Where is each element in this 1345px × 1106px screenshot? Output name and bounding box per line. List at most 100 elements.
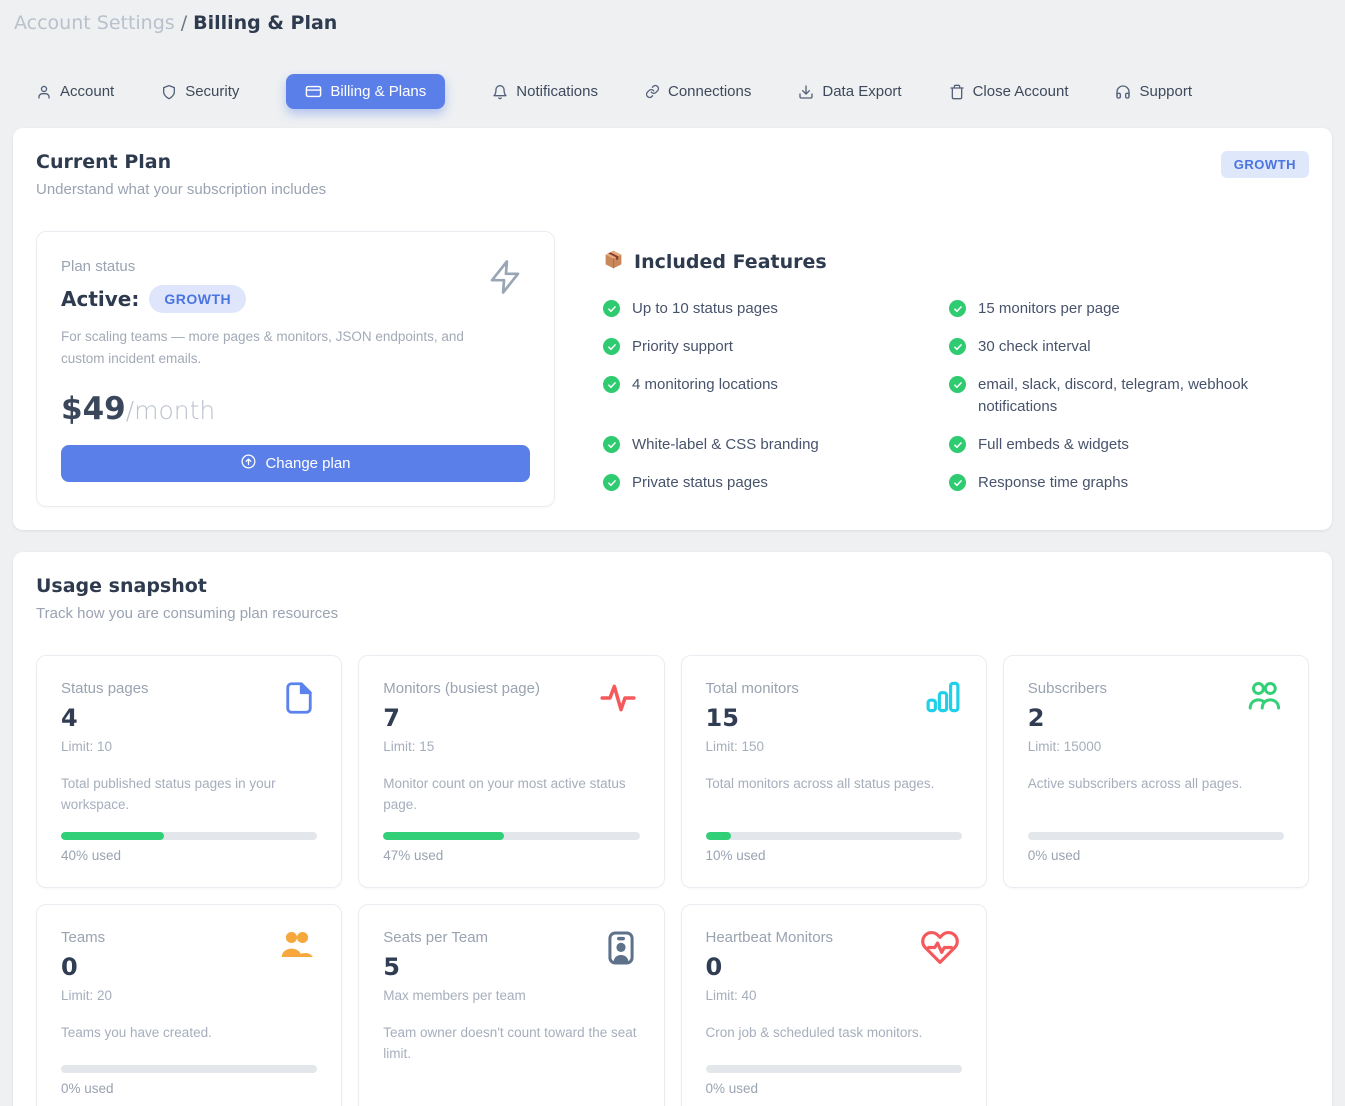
usage-snapshot-card: Usage snapshot Track how you are consumi… <box>13 552 1332 1106</box>
features-title: Included Features <box>634 251 827 273</box>
metric-value: 4 <box>61 704 317 732</box>
bar-chart-icon <box>924 678 962 721</box>
feature-priority-support: Priority support <box>603 336 903 358</box>
shield-icon <box>161 84 177 100</box>
metric-description: Active subscribers across all pages. <box>1028 773 1284 795</box>
tab-security[interactable]: Security <box>161 83 239 100</box>
tab-billing-plans[interactable]: Billing & Plans <box>286 74 445 109</box>
feature-4-monitoring-locations: 4 monitoring locations <box>603 374 903 418</box>
headset-icon <box>1115 84 1131 100</box>
breadcrumb: Account Settings / Billing & Plan <box>13 12 1332 34</box>
plan-state: Active: <box>61 287 139 311</box>
metric-usage: 40% used <box>61 816 317 863</box>
usage-card-subscribers: Subscribers 2 Limit: 15000 Active subscr… <box>1003 655 1309 888</box>
trash-icon <box>949 84 965 100</box>
features-grid: Up to 10 status pages 15 monitors per pa… <box>603 298 1309 494</box>
usage-card-total-monitors: Total monitors 15 Limit: 150 Total monit… <box>681 655 987 888</box>
users-outline-icon <box>1244 678 1284 719</box>
download-icon <box>798 84 814 100</box>
progress-bar <box>61 1065 317 1073</box>
check-icon <box>603 300 620 317</box>
feature-15-monitors-per-page: 15 monitors per page <box>949 298 1249 320</box>
percent-used-label: 47% used <box>383 848 639 863</box>
arrow-up-circle-icon <box>240 453 257 474</box>
check-icon <box>949 338 966 355</box>
metric-usage: 0% used <box>706 1049 962 1096</box>
metric-description: Total published status pages in your wor… <box>61 773 317 816</box>
metric-usage: 10% used <box>706 816 962 863</box>
metric-limit: Limit: 40 <box>706 988 962 1003</box>
plan-price: $49 <box>61 391 126 427</box>
usage-card-status-pages: Status pages 4 Limit: 10 Total published… <box>36 655 342 888</box>
check-icon <box>949 474 966 491</box>
plan-badge: GROWTH <box>1221 151 1309 178</box>
plan-status-box: Plan status Active: GROWTH For scaling t… <box>36 231 555 507</box>
current-plan-title: Current Plan <box>36 151 326 173</box>
usage-card-monitors-busiest-page: Monitors (busiest page) 7 Limit: 15 Moni… <box>358 655 664 888</box>
progress-fill <box>61 832 164 840</box>
breadcrumb-separator: / <box>181 12 187 34</box>
metric-limit: Limit: 15000 <box>1028 739 1284 754</box>
metric-usage: 0% used <box>1028 816 1284 863</box>
metric-description: Cron job & scheduled task monitors. <box>706 1022 962 1044</box>
plan-status-label: Plan status <box>61 258 530 275</box>
check-icon <box>949 300 966 317</box>
feature-up-to-10-status-pages: Up to 10 status pages <box>603 298 903 320</box>
metric-description: Team owner doesn't count toward the seat… <box>383 1022 639 1065</box>
progress-bar <box>706 832 962 840</box>
plan-price-row: $49 /month <box>61 391 530 427</box>
progress-bar <box>61 832 317 840</box>
tab-support[interactable]: Support <box>1115 83 1192 100</box>
metric-usage: 0% used <box>61 1049 317 1096</box>
current-plan-subtitle: Understand what your subscription includ… <box>36 181 326 198</box>
feature-full-embeds-widgets: Full embeds & widgets <box>949 434 1249 456</box>
package-icon <box>603 249 624 275</box>
metric-description: Monitor count on your most active status… <box>383 773 639 816</box>
percent-used-label: 40% used <box>61 848 317 863</box>
tab-close-account[interactable]: Close Account <box>949 83 1069 100</box>
check-icon <box>949 436 966 453</box>
metric-label: Status pages <box>61 680 317 697</box>
breadcrumb-current: Billing & Plan <box>193 12 337 34</box>
change-plan-button[interactable]: Change plan <box>61 445 530 482</box>
progress-bar <box>383 832 639 840</box>
credit-card-icon <box>305 83 322 100</box>
included-features: Included Features Up to 10 status pages … <box>603 231 1309 507</box>
tab-notifications[interactable]: Notifications <box>492 83 598 100</box>
users-filled-icon <box>277 927 317 968</box>
tab-account[interactable]: Account <box>36 83 114 100</box>
percent-used-label: 0% used <box>706 1081 962 1096</box>
file-icon <box>281 678 317 723</box>
metric-limit: Max members per team <box>383 988 639 1003</box>
metric-limit: Limit: 150 <box>706 739 962 754</box>
metric-limit: Limit: 20 <box>61 988 317 1003</box>
current-plan-card: Current Plan Understand what your subscr… <box>13 128 1332 530</box>
check-icon <box>603 376 620 393</box>
tab-connections[interactable]: Connections <box>645 83 751 100</box>
progress-fill <box>706 832 732 840</box>
zap-icon <box>486 258 524 301</box>
percent-used-label: 0% used <box>61 1081 317 1096</box>
check-icon <box>603 338 620 355</box>
progress-bar <box>1028 832 1284 840</box>
usage-card-teams: Teams 0 Limit: 20 Teams you have created… <box>36 904 342 1106</box>
link-icon <box>645 84 660 99</box>
usage-title: Usage snapshot <box>36 575 1309 597</box>
percent-used-label: 10% used <box>706 848 962 863</box>
usage-grid: Status pages 4 Limit: 10 Total published… <box>36 655 1309 1106</box>
activity-icon <box>596 678 640 723</box>
feature-white-label-css-branding: White-label & CSS branding <box>603 434 903 456</box>
change-plan-label: Change plan <box>265 455 350 472</box>
contact-badge-icon <box>602 927 640 974</box>
tab-data-export[interactable]: Data Export <box>798 83 901 100</box>
progress-bar <box>706 1065 962 1073</box>
metric-limit: Limit: 10 <box>61 739 317 754</box>
metric-limit: Limit: 15 <box>383 739 639 754</box>
breadcrumb-section[interactable]: Account Settings <box>14 12 175 34</box>
feature-private-status-pages: Private status pages <box>603 472 903 494</box>
heart-pulse-icon <box>918 927 962 972</box>
user-icon <box>36 84 52 100</box>
check-icon <box>603 436 620 453</box>
check-icon <box>949 376 966 393</box>
usage-card-heartbeat-monitors: Heartbeat Monitors 0 Limit: 40 Cron job … <box>681 904 987 1106</box>
